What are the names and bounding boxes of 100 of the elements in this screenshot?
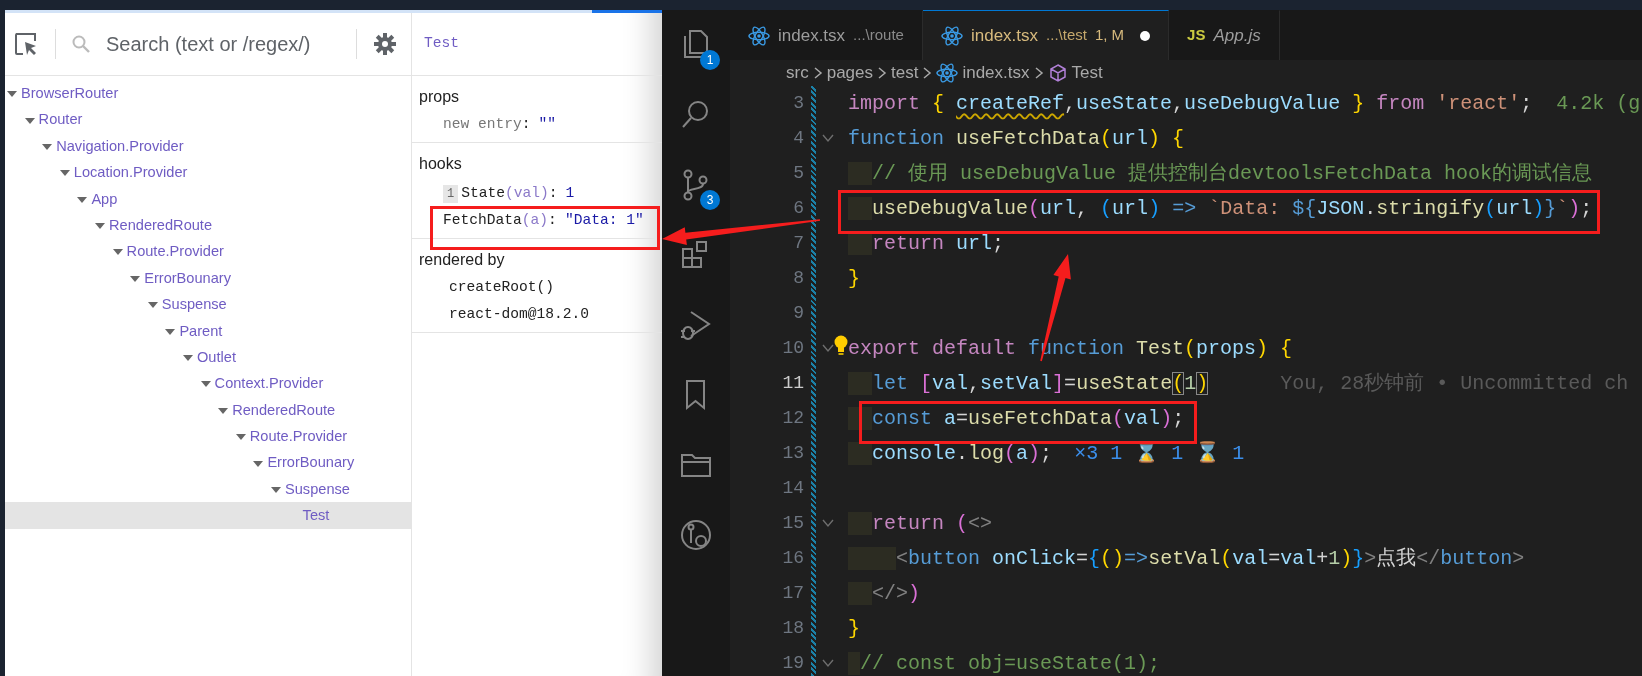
git-graph-icon[interactable] [678, 517, 714, 553]
code-line: <button onClick={()=>setVal(val=val+1)}>点我</button> [848, 540, 1525, 576]
hook-index: 1 [443, 184, 459, 203]
fold-chevron-icon[interactable] [822, 133, 834, 143]
owner-link[interactable]: createRoot() [449, 279, 555, 295]
expanded-icon[interactable] [59, 169, 70, 178]
breadcrumb-item[interactable]: index.tsx [936, 60, 1030, 86]
line-number: 9 [792, 301, 804, 325]
fold-chevron-icon[interactable] [822, 518, 834, 528]
expanded-icon[interactable] [253, 459, 264, 468]
search-icon [72, 35, 90, 53]
line-number: 10 [781, 336, 804, 360]
tree-item[interactable]: ErrorBounary [5, 449, 411, 476]
breadcrumb-item[interactable]: test [891, 60, 919, 86]
chevron-icon [1033, 65, 1044, 80]
code-line: import { createRef,useState,useDebugValue } from 'react'; [848, 90, 1533, 117]
owner-link[interactable]: react-dom@18.2.0 [449, 306, 590, 322]
chevron-icon [812, 65, 823, 80]
code-comment: // const obj=useState(1); [848, 645, 1161, 676]
breadcrumb-item[interactable]: pages [826, 60, 873, 86]
expanded-icon[interactable] [42, 142, 53, 151]
search-field[interactable]: Search (text or /regex/) [72, 29, 340, 59]
section-title: props [419, 87, 461, 107]
prop-entry[interactable]: new entry: "" [443, 116, 557, 132]
tree-item[interactable]: RenderedRoute [5, 211, 411, 239]
line-number: 6 [792, 196, 804, 220]
react-icon [940, 25, 963, 46]
line-number: 17 [781, 581, 804, 605]
tree-item[interactable]: BrowserRouter [5, 80, 411, 107]
tree-item[interactable]: Router [5, 106, 411, 133]
code-line: return (<> [848, 505, 993, 541]
hook-entry[interactable]: State(val): 1 [461, 180, 575, 207]
cube-icon [1047, 62, 1068, 83]
expanded-icon[interactable] [130, 274, 141, 283]
code-line: function useFetchData(url) { [848, 125, 1185, 152]
tree-item[interactable]: Parent [5, 317, 411, 344]
hook-entry[interactable]: FetchData(a): "Data: 1" [443, 207, 644, 234]
expanded-icon[interactable] [218, 406, 229, 415]
line-number: 12 [781, 406, 804, 430]
expanded-icon[interactable] [95, 222, 105, 231]
expanded-icon[interactable] [24, 116, 35, 125]
tree-item[interactable]: ErrorBounary [5, 264, 411, 292]
code-line: return url; [848, 225, 1005, 261]
tree-item[interactable]: Outlet [5, 343, 411, 371]
tree-item[interactable]: Navigation.Provider [5, 132, 411, 160]
expanded-icon[interactable] [112, 248, 123, 257]
line-number: 18 [781, 616, 804, 640]
tree-item[interactable]: Context.Provider [5, 370, 411, 397]
code-line: let [val,setVal]=useState(1) [848, 365, 1209, 401]
code-line: useDebugValue(url, (url) => `Data: ${JSON.stringify(url)}`); [848, 190, 1593, 226]
section-title: rendered by [419, 250, 506, 270]
editor-tab[interactable]: index.tsx ...\test 1, M [922, 10, 1170, 60]
blame-annotation: You, 28秒钟前 • Uncommitted ch [1280, 370, 1629, 397]
editor-tab[interactable]: JS App.js [1169, 10, 1280, 60]
expanded-icon[interactable] [7, 90, 17, 99]
active-tab-indicator [592, 10, 662, 13]
tree-item[interactable]: RenderedRoute [5, 396, 411, 424]
line-number: 13 [781, 441, 804, 465]
expanded-icon[interactable] [235, 433, 246, 442]
line-number: 15 [781, 511, 804, 535]
tree-item[interactable]: Route.Provider [5, 423, 411, 450]
tree-item[interactable]: App [5, 185, 411, 212]
line-number: 4 [792, 126, 804, 150]
code-line: } [848, 265, 860, 292]
unsaved-dot [1140, 30, 1151, 41]
breadcrumb-item[interactable]: Test [1047, 60, 1103, 86]
inspect-icon[interactable] [13, 31, 39, 57]
breadcrumb-item[interactable]: src [786, 60, 809, 86]
lightbulb-icon[interactable] [834, 334, 848, 357]
line-number: 8 [792, 266, 804, 290]
line-number: 11 [781, 371, 804, 395]
component-name: Test [424, 34, 460, 54]
expanded-icon[interactable] [165, 327, 176, 336]
expanded-icon[interactable] [271, 486, 281, 494]
react-icon [748, 25, 770, 46]
code-line: } [848, 615, 860, 642]
tree-item[interactable]: Suspense [5, 475, 411, 503]
settings-icon[interactable] [373, 32, 397, 56]
editor-tab[interactable]: index.tsx ...\route [730, 10, 923, 60]
tree-item[interactable]: Suspense [5, 291, 411, 318]
import-size-hint: 4.2k (g [1556, 90, 1641, 117]
line-number: 14 [781, 476, 804, 500]
line-number: 19 [781, 651, 804, 675]
badge-count: 3 [700, 190, 720, 210]
tree-item[interactable]: Route.Provider [5, 238, 411, 265]
expanded-icon[interactable] [147, 301, 158, 310]
line-number: 16 [781, 546, 804, 570]
js-file-icon: JS [1187, 24, 1206, 47]
code-line: </>) [848, 575, 921, 611]
expanded-icon[interactable] [77, 195, 88, 204]
expanded-icon[interactable] [200, 380, 211, 389]
line-number: 3 [792, 91, 804, 115]
section-title: hooks [419, 154, 463, 174]
tree-item[interactable]: Location.Provider [5, 159, 411, 186]
fold-chevron-icon[interactable] [822, 658, 834, 668]
code-comment: // 使用 useDebugValue 提供控制台devtoolsFetchData hook的调试信息 [848, 155, 1593, 191]
react-icon [936, 62, 959, 83]
expanded-icon[interactable] [183, 354, 193, 363]
chevron-icon [922, 65, 933, 80]
tree-item[interactable]: Test [5, 502, 411, 529]
